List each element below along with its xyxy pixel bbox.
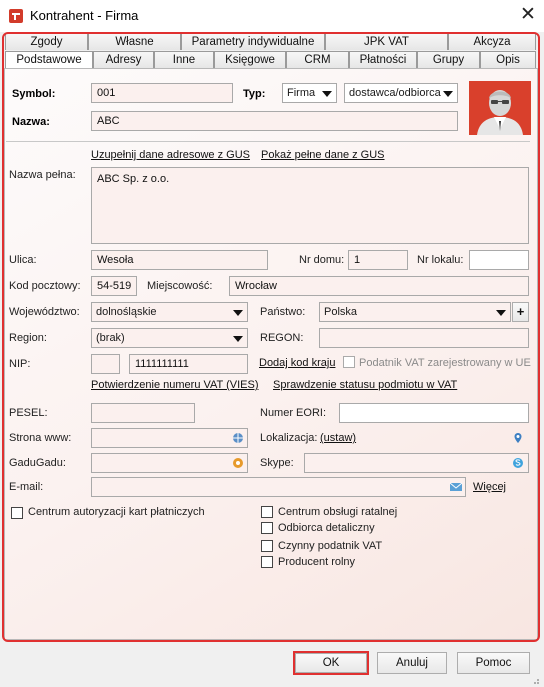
resize-grip-icon[interactable] xyxy=(530,675,540,685)
anuluj-button[interactable]: Anuluj xyxy=(377,652,447,674)
ok-highlight xyxy=(293,651,369,675)
pomoc-button[interactable]: Pomoc xyxy=(457,652,530,674)
window-title: Kontrahent - Firma xyxy=(30,8,139,23)
app-icon xyxy=(9,9,23,23)
close-icon[interactable]: ✕ xyxy=(516,3,540,27)
highlight-frame xyxy=(2,32,540,642)
